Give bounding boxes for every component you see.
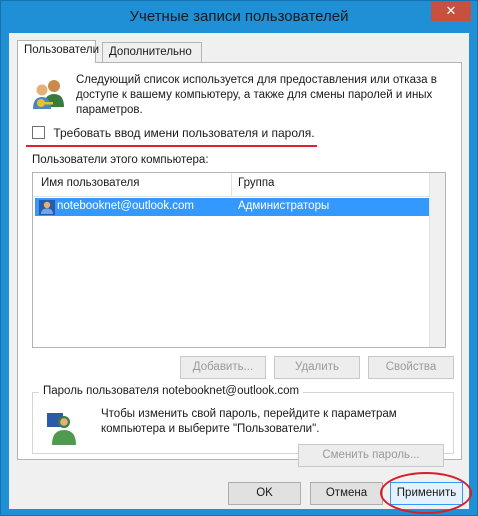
column-header-username[interactable]: Имя пользователя <box>41 177 139 189</box>
change-password-button[interactable]: Сменить пароль... <box>298 444 444 467</box>
tab-users[interactable]: Пользователи <box>17 40 99 63</box>
dialog-client: Пользователи Дополнительно Следующий спи… <box>9 33 472 514</box>
users-icon <box>33 80 64 109</box>
column-header-group[interactable]: Группа <box>238 177 274 189</box>
remove-user-button[interactable]: Удалить <box>274 356 360 379</box>
intro-text: Следующий список используется для предос… <box>76 74 437 116</box>
user-group-cell: Администраторы <box>238 200 330 212</box>
cancel-button[interactable]: Отмена <box>310 482 383 505</box>
title-bar[interactable]: Учетные записи пользователей ✕ <box>1 1 477 33</box>
tab-advanced[interactable]: Дополнительно <box>102 42 202 62</box>
users-list[interactable]: Имя пользователя Группа notebooknet@outl… <box>32 172 446 348</box>
password-hint-text: Чтобы изменить свой пароль, перейдите к … <box>101 408 397 435</box>
add-user-button[interactable]: Добавить... <box>180 356 266 379</box>
require-login-label[interactable]: Требовать ввод имени пользователя и паро… <box>53 126 314 140</box>
dialog-window: Учетные записи пользователей ✕ Пользоват… <box>0 0 478 516</box>
user-properties-button[interactable]: Свойства <box>368 356 454 379</box>
user-password-icon <box>47 413 76 445</box>
annotation-ellipse <box>380 472 472 514</box>
password-group-legend: Пароль пользователя notebooknet@outlook.… <box>39 385 304 397</box>
column-separator[interactable] <box>231 173 232 197</box>
tab-panel-users: Следующий список используется для предос… <box>17 62 462 467</box>
users-list-caption: Пользователи этого компьютера: <box>32 154 209 166</box>
close-icon: ✕ <box>445 3 457 18</box>
ok-button[interactable]: OK <box>228 482 301 505</box>
annotation-underline <box>26 145 317 147</box>
window-title: Учетные записи пользователей <box>129 8 349 25</box>
require-login-row[interactable]: Требовать ввод имени пользователя и паро… <box>32 126 315 142</box>
require-login-checkbox[interactable] <box>32 126 45 139</box>
users-list-scrollbar[interactable] <box>429 173 445 347</box>
password-group: Пароль пользователя notebooknet@outlook.… <box>32 385 454 467</box>
user-row[interactable]: notebooknet@outlook.com Администраторы <box>35 198 430 216</box>
close-button[interactable]: ✕ <box>431 1 471 21</box>
user-name-cell: notebooknet@outlook.com <box>57 200 194 212</box>
user-icon <box>39 200 55 215</box>
users-list-header: Имя пользователя Группа <box>33 173 445 197</box>
